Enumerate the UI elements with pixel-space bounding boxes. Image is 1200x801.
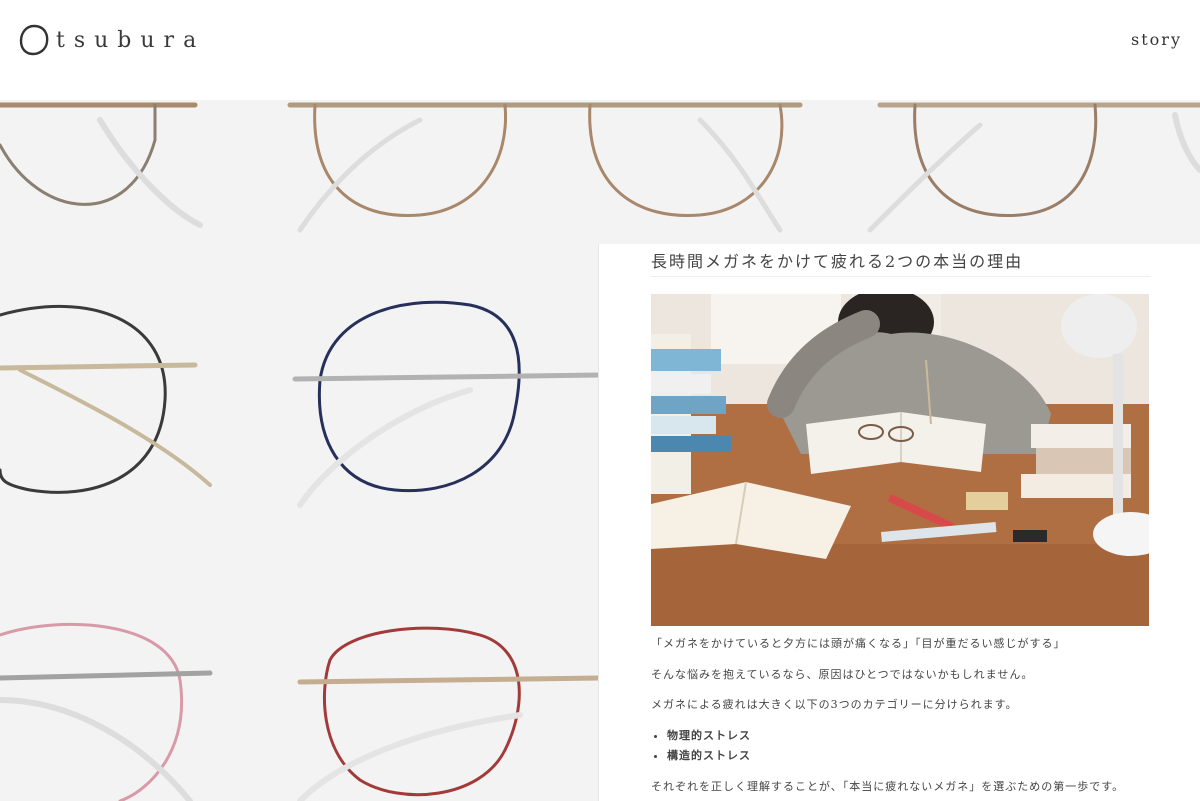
logo-wordmark: tsubura bbox=[56, 27, 206, 53]
list-item-structural-stress: 構造的ストレス bbox=[667, 748, 1161, 765]
article-paragraph-2: そんな悩みを抱えているなら、原因はひとつではないかもしれません。 bbox=[651, 667, 1034, 681]
article-photo bbox=[651, 294, 1149, 626]
article-paragraph-3: メガネによる疲れは大きく以下の3つのカテゴリーに分けられます。 bbox=[651, 698, 1018, 711]
student-studying-icon bbox=[651, 294, 1149, 626]
article-paragraph-1: 「メガネをかけていると夕方には頭が痛くなる」「目が重だるい感じがする」 bbox=[651, 637, 1066, 650]
site-logo[interactable]: tsubura bbox=[18, 20, 205, 60]
nav-story-link[interactable]: story bbox=[1131, 30, 1182, 49]
article-body: 「メガネをかけていると夕方には頭が痛くなる」「目が重だるい感じがする」 そんな悩… bbox=[651, 636, 1161, 801]
stress-category-list: 物理的ストレス 構造的ストレス bbox=[651, 728, 1161, 765]
logo-circle-icon bbox=[19, 24, 49, 56]
site-header: tsubura story bbox=[0, 0, 1200, 100]
article-closing: それぞれを正しく理解することが、「本当に疲れないメガネ」を選ぶための第一歩です。 bbox=[651, 779, 1125, 793]
article-card: 長時間メガネをかけて疲れる2つの本当の理由 「メガネをかけていると夕方には頭が痛… bbox=[598, 244, 1200, 801]
title-divider bbox=[651, 276, 1151, 277]
list-item-physical-stress: 物理的ストレス bbox=[667, 728, 1161, 745]
article-title: 長時間メガネをかけて疲れる2つの本当の理由 bbox=[651, 252, 1024, 271]
